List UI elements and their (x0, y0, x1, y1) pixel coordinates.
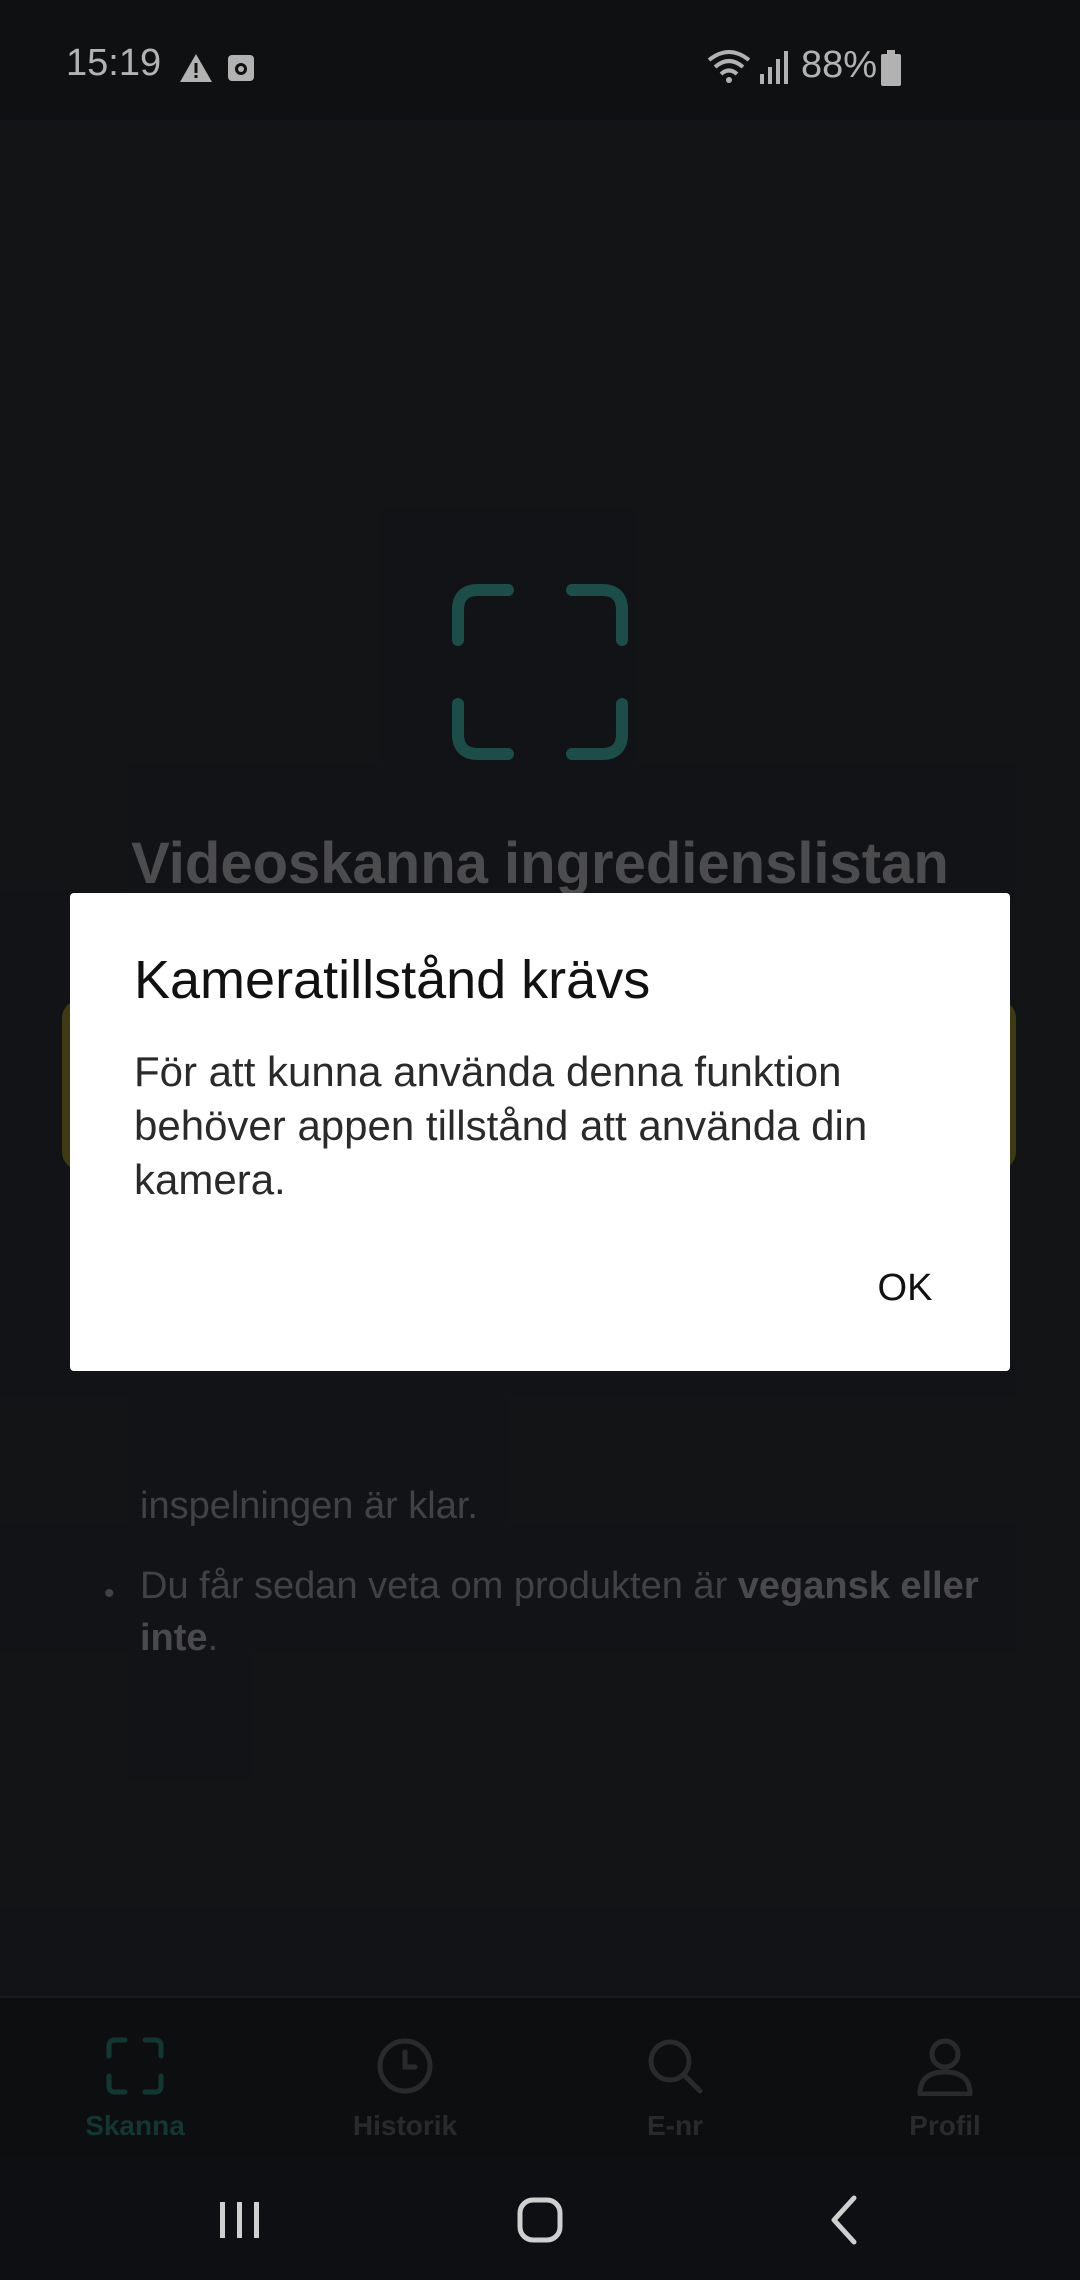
dialog-message: För att kunna använda denna funktion beh… (134, 1048, 868, 1203)
back-icon[interactable] (818, 2192, 874, 2248)
recents-icon[interactable] (212, 2192, 268, 2248)
system-nav-bar (0, 2156, 1080, 2280)
dialog-title: Kameratillstånd krävs (134, 950, 651, 1010)
home-icon[interactable] (512, 2192, 568, 2248)
camera-permission-dialog: Kameratillstånd krävs För att kunna anvä… (70, 893, 1010, 1371)
ok-button[interactable]: OK (840, 1253, 970, 1323)
